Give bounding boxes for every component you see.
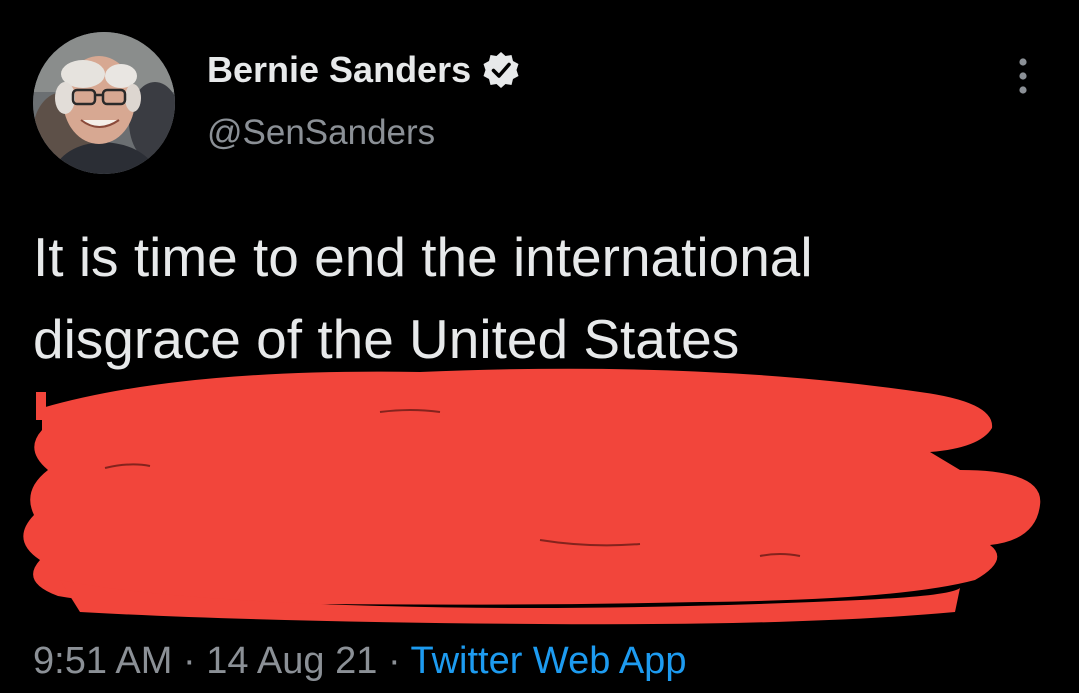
verified-badge-icon bbox=[483, 52, 519, 88]
more-dots-icon[interactable] bbox=[1014, 56, 1032, 96]
meta-separator: · bbox=[182, 640, 196, 682]
tweet-text: It is time to end the international disg… bbox=[33, 216, 1043, 380]
tweet-meta: 9:51 AM · 14 Aug 21 · Twitter Web App bbox=[33, 640, 686, 683]
tweet-source-link[interactable]: Twitter Web App bbox=[410, 640, 686, 682]
author-handle[interactable]: @SenSanders bbox=[207, 113, 435, 153]
tweet-line: disgrace of the United States bbox=[33, 308, 740, 370]
tweet-date[interactable]: 14 Aug 21 bbox=[206, 640, 377, 682]
profile-photo bbox=[33, 32, 175, 174]
tweet-line: It is time to end the international bbox=[33, 226, 813, 288]
author-name-row[interactable]: Bernie Sanders bbox=[207, 48, 521, 92]
tweet-time[interactable]: 9:51 AM bbox=[33, 640, 172, 682]
meta-separator: · bbox=[387, 640, 401, 682]
author-display-name[interactable]: Bernie Sanders bbox=[207, 49, 471, 91]
avatar[interactable] bbox=[33, 32, 175, 174]
